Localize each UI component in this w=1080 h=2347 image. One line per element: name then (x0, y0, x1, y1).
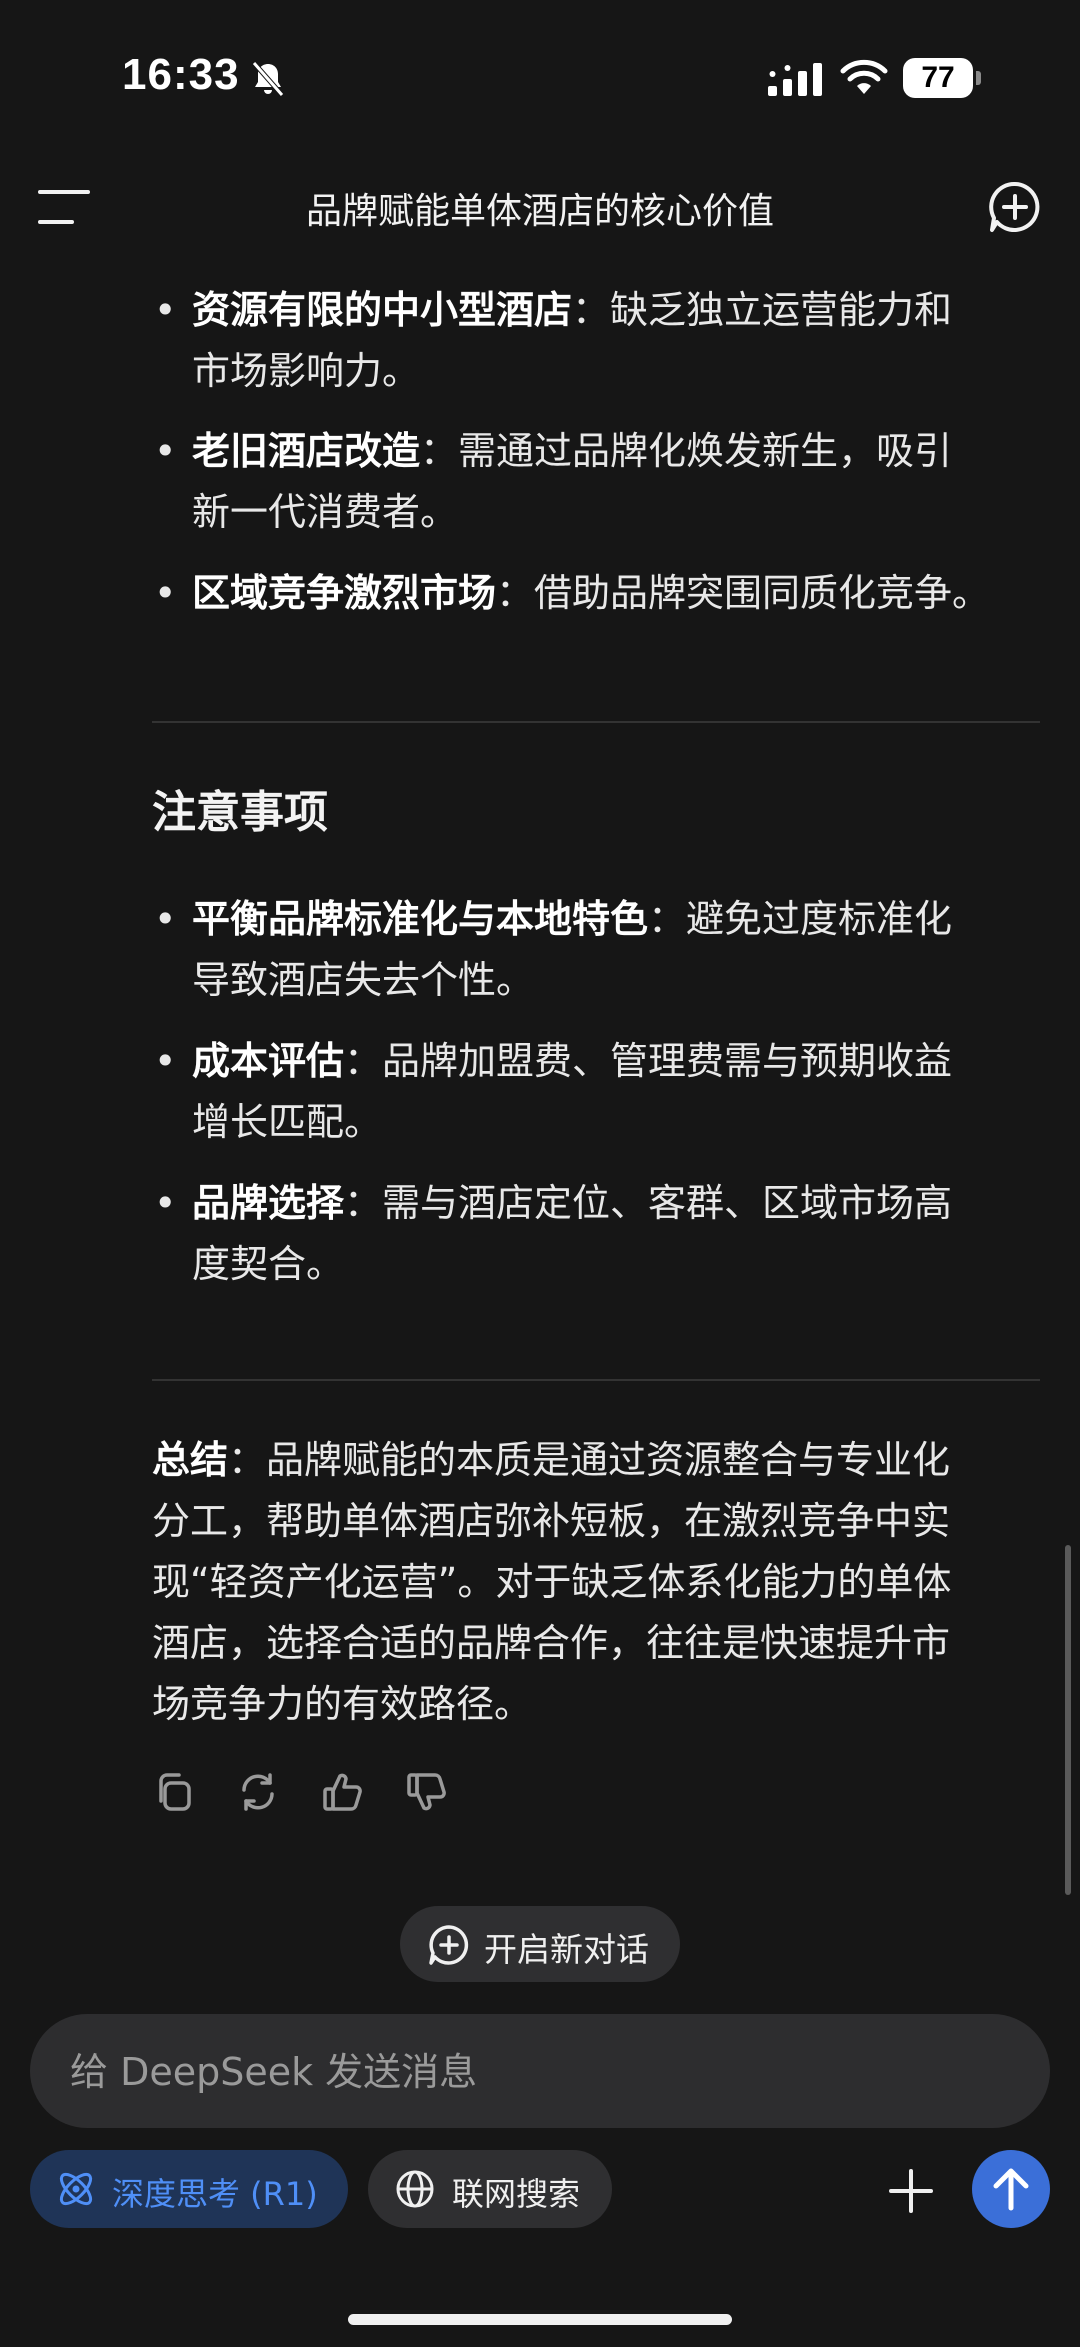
bullet-dot: • (154, 897, 177, 941)
item-text: 需通过品牌化焕发新生，吸引 (458, 429, 953, 473)
summary-line: 场竞争力的有效路径。 (152, 1682, 533, 1726)
thumbs-down-icon[interactable] (404, 1770, 448, 1814)
summary-separator: ： (228, 1438, 267, 1482)
plus-icon[interactable] (888, 2168, 934, 2214)
battery-tip (976, 71, 981, 85)
list-item: • 成本评估：品牌加盟费、管理费需与预期收益增长匹配。 (154, 1031, 1040, 1153)
summary-label: 总结 (152, 1438, 229, 1482)
item-separator: ： (572, 288, 611, 332)
status-bar: 16:33 77 (0, 0, 1080, 160)
section-heading: 注意事项 (152, 787, 328, 838)
atom-icon (59, 2172, 93, 2206)
item-text: 缺乏独立运营能力和 (610, 288, 953, 332)
new-chat-button[interactable]: 开启新对话 (400, 1906, 680, 1982)
bullet-dot: • (154, 429, 177, 473)
item-text: 避免过度标准化 (686, 897, 953, 941)
bell-muted-icon (252, 61, 284, 97)
item-text-continued: 新一代消费者。 (192, 490, 459, 534)
deep-think-toggle[interactable]: 深度思考 (R1) (30, 2150, 348, 2228)
home-indicator[interactable] (348, 2314, 732, 2325)
item-text-continued: 度契合。 (192, 1242, 345, 1286)
item-text: 品牌加盟费、管理费需与预期收益 (382, 1039, 953, 1083)
item-heading: 成本评估 (192, 1039, 345, 1083)
item-heading: 资源有限的中小型酒店 (192, 288, 573, 332)
list-item: • 品牌选择：需与酒店定位、客群、区域市场高 度契合。 (154, 1173, 1040, 1295)
globe-icon (396, 2170, 434, 2208)
divider (152, 721, 1040, 723)
battery-indicator: 77 (903, 58, 981, 100)
page-title: 品牌赋能单体酒店的核心价值 (305, 191, 774, 232)
item-text-continued: 市场影响力。 (192, 349, 421, 393)
battery-level: 77 (903, 58, 973, 98)
list-item: • 区域竞争激烈市场：借助品牌突围同质化竞争。 (154, 563, 1040, 624)
status-time: 16:33 (122, 50, 240, 99)
bullet-dot: • (154, 288, 177, 332)
bullet-dot: • (154, 1181, 177, 1225)
top-bar: 品牌赋能单体酒店的核心价值 (0, 160, 1080, 252)
list-item: • 平衡品牌标准化与本地特色：避免过度标准化导致酒店失去个性。 (154, 889, 1040, 1011)
item-text-continued: 增长匹配。 (192, 1100, 383, 1144)
web-search-toggle[interactable]: 联网搜索 (368, 2150, 612, 2228)
web-search-label: 联网搜索 (452, 2175, 581, 2213)
new-chat-label: 开启新对话 (484, 1930, 649, 1969)
summary-line: 品牌赋能的本质是通过资源整合与专业化 (266, 1438, 951, 1482)
list-item: • 老旧酒店改造：需通过品牌化焕发新生，吸引新一代消费者。 (154, 421, 1040, 543)
item-separator: ： (344, 1039, 383, 1083)
scrollbar[interactable] (1065, 1545, 1071, 1895)
item-heading: 老旧酒店改造 (192, 429, 421, 473)
item-text: 借助品牌突围同质化竞争。 (534, 571, 991, 615)
summary-line: 酒店，选择合适的品牌合作，往往是快速提升市 (152, 1621, 951, 1665)
item-text-continued: 导致酒店失去个性。 (192, 958, 535, 1002)
item-separator: ： (496, 571, 535, 615)
item-heading: 区域竞争激烈市场 (192, 571, 497, 615)
deep-think-label: 深度思考 (R1) (112, 2175, 318, 2213)
cellular-signal-icon (768, 63, 822, 96)
item-separator: ： (648, 897, 687, 941)
item-heading: 平衡品牌标准化与本地特色 (192, 897, 649, 941)
bullet-dot: • (154, 1039, 177, 1083)
new-chat-icon[interactable] (988, 180, 1042, 234)
summary-line: 现“轻资产化运营”。对于缺乏体系化能力的单体 (152, 1560, 952, 1604)
item-separator: ： (420, 429, 459, 473)
divider (152, 1379, 1040, 1381)
item-text: 需与酒店定位、客群、区域市场高 (382, 1181, 953, 1225)
list-item: • 资源有限的中小型酒店：缺乏独立运营能力和市场影响力。 (154, 280, 1040, 402)
message-composer[interactable] (30, 2014, 1050, 2128)
wifi-icon (840, 59, 888, 94)
arrow-up-icon (993, 2168, 1029, 2211)
item-separator: ： (344, 1181, 383, 1225)
send-button[interactable] (972, 2150, 1050, 2228)
item-heading: 品牌选择 (192, 1181, 345, 1225)
regenerate-icon[interactable] (236, 1770, 280, 1814)
summary-line: 分工，帮助单体酒店弥补短板，在激烈竞争中实 (152, 1499, 951, 1543)
bullet-dot: • (154, 571, 177, 615)
message-input[interactable] (68, 2042, 972, 2102)
summary-paragraph: 总结：品牌赋能的本质是通过资源整合与专业化 分工，帮助单体酒店弥补短板，在激烈竞… (152, 1430, 1032, 1735)
thumbs-up-icon[interactable] (320, 1770, 364, 1814)
new-chat-icon (429, 1925, 469, 1965)
copy-icon[interactable] (152, 1770, 196, 1814)
